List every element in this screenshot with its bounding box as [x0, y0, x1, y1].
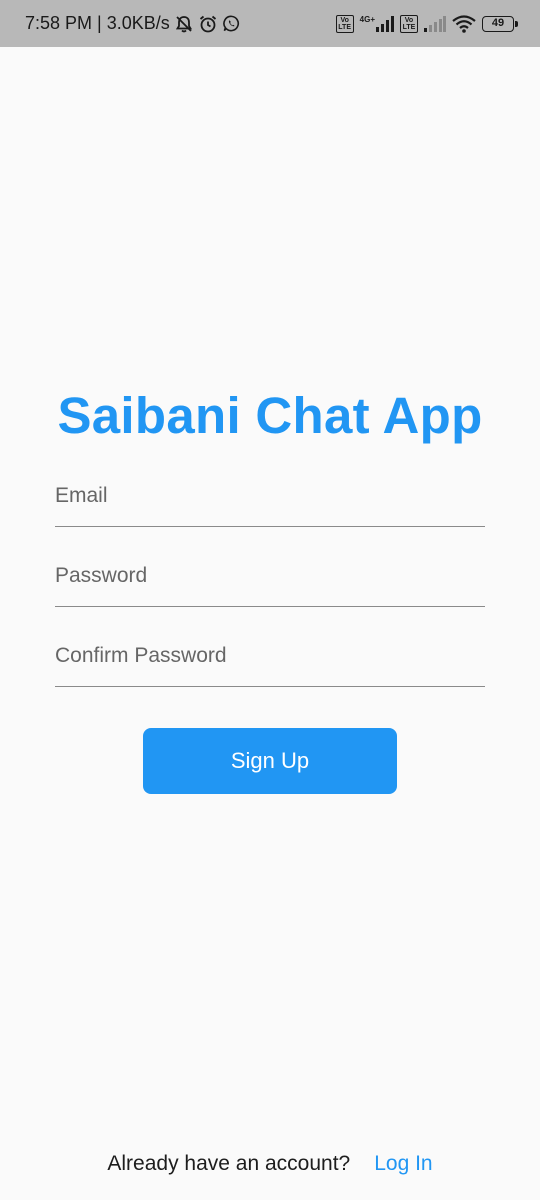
status-time: 7:58 PM — [25, 13, 93, 33]
confirm-password-field[interactable] — [55, 639, 485, 687]
alarm-icon — [198, 14, 218, 34]
status-left: 7:58 PM | 3.0KB/s — [25, 13, 241, 34]
signal-icon-2 — [424, 15, 446, 32]
status-right: Vo LTE 4G+ Vo LTE 49 — [335, 14, 518, 33]
battery-icon: 49 — [482, 15, 518, 32]
status-bar: 7:58 PM | 3.0KB/s Vo LTE 4G+ Vo LTE 49 — [0, 0, 540, 47]
net-speed: 3.0KB/s — [106, 13, 170, 33]
password-input[interactable] — [55, 559, 485, 606]
app-title: Saibani Chat App — [57, 387, 483, 444]
status-separator: | — [92, 13, 107, 33]
volte-badge-1: Vo LTE — [335, 14, 354, 33]
sign-up-button[interactable]: Sign Up — [143, 728, 397, 794]
battery-level: 49 — [491, 16, 505, 29]
signal-icon-1: 4G+ — [359, 14, 394, 32]
network-type: 4G+ — [359, 14, 375, 24]
log-in-link[interactable]: Log In — [374, 1152, 432, 1176]
confirm-password-input[interactable] — [55, 639, 485, 686]
login-prompt-text: Already have an account? — [107, 1152, 351, 1175]
mute-icon — [174, 14, 194, 34]
email-field[interactable] — [55, 479, 485, 527]
wifi-icon — [452, 14, 476, 33]
volte-badge-2: Vo LTE — [400, 14, 418, 33]
email-input[interactable] — [55, 479, 485, 526]
whatsapp-icon — [222, 14, 241, 33]
login-prompt: Already have an account? Log In — [0, 1152, 540, 1176]
password-field[interactable] — [55, 559, 485, 607]
